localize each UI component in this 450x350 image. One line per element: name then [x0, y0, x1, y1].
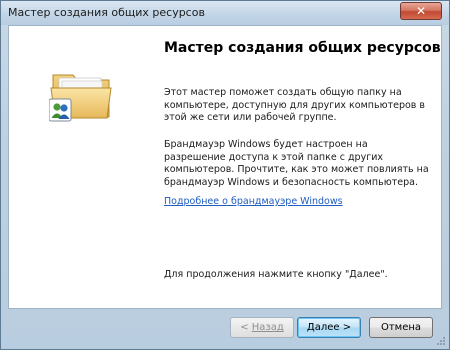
wizard-side-panel	[9, 26, 152, 308]
back-button[interactable]: < Назад	[230, 317, 294, 338]
back-arrow-label: <	[240, 322, 252, 333]
close-button[interactable]: ✕	[400, 2, 442, 20]
continue-instruction: Для продолжения нажмите кнопку "Далее".	[164, 269, 388, 280]
wizard-window: Мастер создания общих ресурсов ✕ Мастер …	[0, 0, 450, 350]
firewall-info-text: Брандмауэр Windows будет настроен на раз…	[164, 139, 429, 188]
window-title: Мастер создания общих ресурсов	[8, 6, 205, 19]
close-icon: ✕	[415, 4, 427, 18]
page-heading: Мастер создания общих ресурсов	[164, 40, 441, 56]
wizard-page: Мастер создания общих ресурсов Этот маст…	[8, 25, 442, 309]
back-button-label: Назад	[251, 322, 284, 333]
resize-grip-icon[interactable]	[436, 336, 446, 346]
next-button[interactable]: Далее >	[297, 317, 361, 338]
title-bar[interactable]: Мастер создания общих ресурсов ✕	[1, 1, 449, 25]
intro-text: Этот мастер поможет создать общую папку …	[164, 87, 426, 123]
shared-folder-icon	[49, 74, 112, 122]
firewall-help-link[interactable]: Подробнее о брандмауэре Windows	[164, 196, 343, 207]
wizard-content: Мастер создания общих ресурсов Этот маст…	[152, 26, 441, 308]
cancel-button[interactable]: Отмена	[369, 317, 433, 338]
